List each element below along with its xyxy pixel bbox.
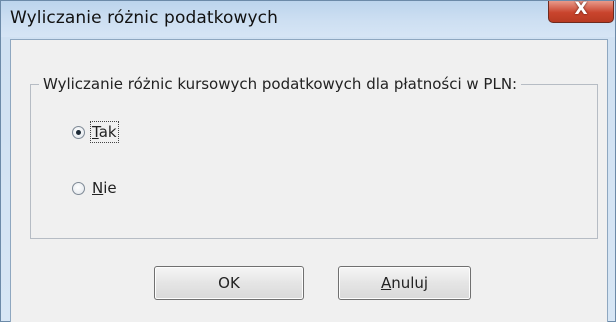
cancel-button[interactable]: Anuluj (338, 266, 471, 300)
close-button[interactable]: X (548, 0, 614, 23)
ok-button[interactable]: OK (154, 266, 304, 300)
options-groupbox (30, 84, 598, 239)
radio-option-nie[interactable]: Nie (72, 179, 117, 197)
groupbox-legend: Wyliczanie różnic kursowych podatkowych … (39, 75, 522, 93)
close-icon: X (574, 0, 588, 19)
cancel-button-label: Anuluj (380, 274, 429, 292)
radio-label-tak[interactable]: Tak (90, 121, 119, 143)
title-bar[interactable]: Wyliczanie różnic podatkowych X (1, 0, 615, 37)
window-title: Wyliczanie różnic podatkowych (10, 8, 278, 28)
radio-button-tak[interactable] (72, 125, 85, 139)
ok-button-label: OK (218, 274, 240, 292)
radio-label-nie[interactable]: Nie (92, 179, 117, 197)
radio-option-tak[interactable]: Tak (72, 121, 119, 143)
dialog-window: Wyliczanie różnic podatkowych X Wyliczan… (0, 0, 616, 322)
radio-button-nie[interactable] (72, 181, 85, 195)
